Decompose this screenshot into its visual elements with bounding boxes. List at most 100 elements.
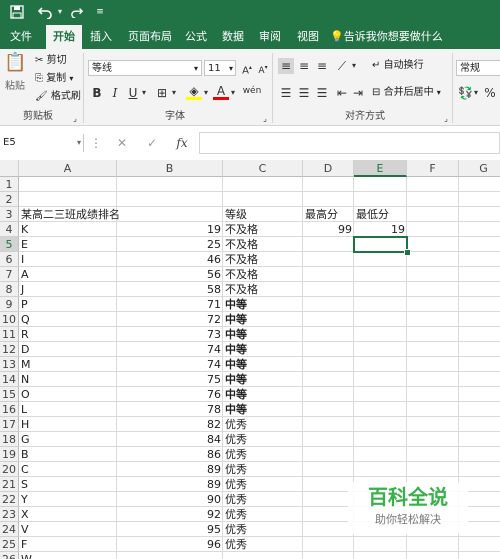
student-name-cell[interactable]: Q: [19, 312, 117, 327]
redo-icon[interactable]: [70, 3, 84, 21]
score-cell[interactable]: 73: [117, 327, 223, 342]
score-cell[interactable]: 19: [117, 222, 223, 237]
column-header-b[interactable]: B: [117, 160, 223, 177]
select-all-corner[interactable]: [0, 160, 19, 177]
tab-home[interactable]: 开始: [46, 25, 82, 49]
enter-icon[interactable]: ✓: [144, 135, 160, 151]
row-header[interactable]: 8: [0, 282, 19, 297]
score-cell[interactable]: 89: [117, 462, 223, 477]
sheet-title-cell[interactable]: 某高二三班成绩排名: [19, 207, 219, 222]
score-cell[interactable]: 86: [117, 447, 223, 462]
customize-toolbar-icon[interactable]: ≡: [94, 3, 106, 21]
row-header[interactable]: 17: [0, 417, 19, 432]
paste-button[interactable]: 粘贴: [5, 80, 25, 94]
chevron-down-icon[interactable]: ▾: [472, 85, 480, 101]
student-name-cell[interactable]: N: [19, 372, 117, 387]
score-cell[interactable]: 25: [117, 237, 223, 252]
min-header-cell[interactable]: 最低分: [354, 207, 407, 222]
undo-dropdown-icon[interactable]: ▾: [55, 3, 65, 21]
formula-input[interactable]: [199, 132, 500, 154]
student-name-cell[interactable]: M: [19, 357, 117, 372]
grade-cell[interactable]: 中等: [223, 312, 303, 327]
undo-icon[interactable]: [36, 3, 54, 21]
score-cell[interactable]: 96: [117, 537, 223, 552]
grade-cell[interactable]: 优秀: [223, 507, 303, 522]
row-header[interactable]: 16: [0, 402, 19, 417]
student-name-cell[interactable]: Y: [19, 492, 117, 507]
score-cell[interactable]: 84: [117, 432, 223, 447]
chevron-down-icon[interactable]: ▾: [170, 85, 178, 101]
save-icon[interactable]: [8, 3, 26, 21]
row-header[interactable]: 26: [0, 552, 19, 559]
grade-cell[interactable]: [223, 552, 303, 559]
max-value-cell[interactable]: 99: [303, 222, 354, 237]
tab-insert[interactable]: 插入: [84, 25, 118, 49]
row-header[interactable]: 6: [0, 252, 19, 267]
align-middle-icon[interactable]: ≡: [296, 58, 312, 74]
row-header[interactable]: 3: [0, 207, 19, 222]
student-name-cell[interactable]: L: [19, 402, 117, 417]
row-header[interactable]: 25: [0, 537, 19, 552]
increase-indent-icon[interactable]: ⇥: [350, 85, 366, 101]
align-bottom-icon[interactable]: ≡: [314, 58, 330, 74]
row-header[interactable]: 24: [0, 522, 19, 537]
student-name-cell[interactable]: K: [19, 222, 117, 237]
column-header-c[interactable]: C: [223, 160, 303, 177]
chevron-down-icon[interactable]: ▾: [202, 85, 210, 101]
row-header[interactable]: 14: [0, 372, 19, 387]
min-value-cell[interactable]: 19: [354, 222, 407, 237]
student-name-cell[interactable]: W: [19, 552, 117, 559]
row-header[interactable]: 9: [0, 297, 19, 312]
insert-function-icon[interactable]: fx: [172, 135, 192, 151]
student-name-cell[interactable]: B: [19, 447, 117, 462]
score-cell[interactable]: 46: [117, 252, 223, 267]
font-color-icon[interactable]: A: [213, 83, 229, 100]
grade-cell[interactable]: 优秀: [223, 462, 303, 477]
row-header[interactable]: 4: [0, 222, 19, 237]
score-cell[interactable]: 95: [117, 522, 223, 537]
grade-cell[interactable]: 优秀: [223, 417, 303, 432]
grade-cell[interactable]: 优秀: [223, 537, 303, 552]
row-header[interactable]: 10: [0, 312, 19, 327]
column-header-g[interactable]: G: [459, 160, 500, 177]
student-name-cell[interactable]: E: [19, 237, 117, 252]
grade-cell[interactable]: 中等: [223, 297, 303, 312]
fill-color-icon[interactable]: ◈: [186, 83, 202, 100]
tab-data[interactable]: 数据: [218, 25, 248, 49]
score-cell[interactable]: 74: [117, 342, 223, 357]
phonetic-guide-icon[interactable]: wén: [242, 83, 262, 99]
chevron-down-icon[interactable]: ▾: [229, 85, 237, 101]
decrease-indent-icon[interactable]: ⇤: [334, 85, 350, 101]
grade-cell[interactable]: 中等: [223, 342, 303, 357]
name-box[interactable]: E5: [0, 134, 84, 152]
score-cell[interactable]: 78: [117, 402, 223, 417]
align-right-icon[interactable]: ☰: [314, 85, 330, 101]
chevron-down-icon[interactable]: ▾: [140, 85, 148, 101]
chevron-down-icon[interactable]: ▾: [74, 135, 84, 151]
grade-cell[interactable]: 中等: [223, 402, 303, 417]
score-cell[interactable]: 58: [117, 282, 223, 297]
score-cell[interactable]: 82: [117, 417, 223, 432]
tell-me-search[interactable]: 💡告诉我你想要做什么: [330, 25, 454, 49]
score-cell[interactable]: 76: [117, 387, 223, 402]
student-name-cell[interactable]: S: [19, 477, 117, 492]
score-cell[interactable]: 72: [117, 312, 223, 327]
max-header-cell[interactable]: 最高分: [303, 207, 354, 222]
row-header[interactable]: 20: [0, 462, 19, 477]
percent-icon[interactable]: %: [483, 85, 497, 101]
student-name-cell[interactable]: I: [19, 252, 117, 267]
student-name-cell[interactable]: O: [19, 387, 117, 402]
student-name-cell[interactable]: D: [19, 342, 117, 357]
score-cell[interactable]: 89: [117, 477, 223, 492]
row-header[interactable]: 15: [0, 387, 19, 402]
score-cell[interactable]: 75: [117, 372, 223, 387]
grade-cell[interactable]: 中等: [223, 372, 303, 387]
student-name-cell[interactable]: H: [19, 417, 117, 432]
bold-button[interactable]: B: [90, 85, 104, 101]
underline-button[interactable]: U: [126, 85, 140, 101]
grade-header-cell[interactable]: 等级: [223, 207, 303, 222]
paste-icon[interactable]: 📋: [4, 54, 26, 77]
tab-formulas[interactable]: 公式: [181, 25, 211, 49]
chevron-down-icon[interactable]: ▾: [350, 58, 358, 74]
currency-icon[interactable]: 💱: [458, 85, 473, 101]
